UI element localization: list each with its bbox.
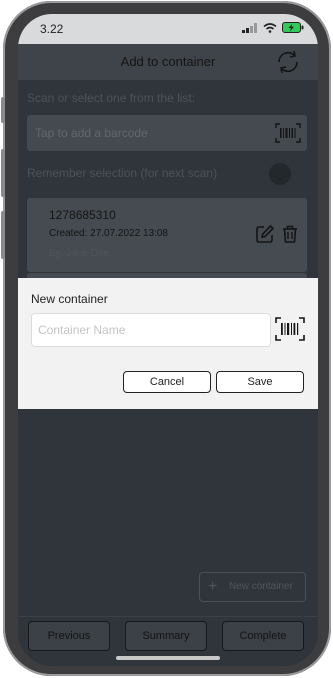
volume-down-button — [1, 211, 5, 259]
previous-button[interactable]: Previous — [28, 621, 110, 651]
container-id: 1278685310 — [49, 208, 116, 222]
new-container-dialog: New container Cancel Save — [18, 278, 318, 409]
save-button[interactable]: Save — [216, 371, 304, 393]
new-container-label: New container — [229, 581, 293, 592]
container-name-input[interactable] — [31, 313, 271, 347]
scan-hint: Scan or select one from the list: — [27, 91, 196, 105]
barcode-input[interactable]: Tap to add a barcode — [27, 115, 307, 151]
nav-bar: Add to container — [18, 44, 318, 80]
container-author: By: Jane Doe — [49, 248, 110, 259]
battery-charging-icon — [282, 22, 304, 33]
barcode-scan-icon[interactable] — [275, 123, 301, 143]
status-bar: 3.22 — [18, 14, 318, 44]
new-container-button[interactable]: + New container — [199, 572, 306, 602]
edit-icon[interactable] — [255, 224, 275, 244]
remember-toggle[interactable] — [269, 163, 291, 185]
app-screen: 3.22 Add to container Scan or select one… — [18, 14, 318, 666]
signal-icon — [242, 22, 257, 33]
cancel-button[interactable]: Cancel — [123, 371, 211, 393]
status-icons — [242, 22, 304, 33]
volume-up-button — [1, 149, 5, 197]
container-created: Created: 27.07.2022 13:08 — [49, 228, 168, 239]
barcode-placeholder: Tap to add a barcode — [35, 126, 148, 140]
wifi-icon — [263, 22, 277, 33]
refresh-icon[interactable] — [274, 49, 302, 75]
trash-icon[interactable] — [281, 224, 299, 244]
page-title: Add to container — [120, 54, 216, 69]
remember-label: Remember selection (for next scan) — [27, 166, 218, 180]
status-time: 3.22 — [40, 22, 64, 36]
home-indicator — [116, 656, 220, 660]
complete-button[interactable]: Complete — [222, 621, 304, 651]
barcode-scan-icon[interactable] — [275, 317, 305, 341]
summary-button[interactable]: Summary — [125, 621, 207, 651]
plus-icon: + — [208, 578, 218, 595]
dialog-title: New container — [31, 292, 108, 306]
mute-switch — [1, 97, 5, 123]
container-card[interactable]: 1278685310 Created: 27.07.2022 13:08 By:… — [27, 198, 307, 272]
